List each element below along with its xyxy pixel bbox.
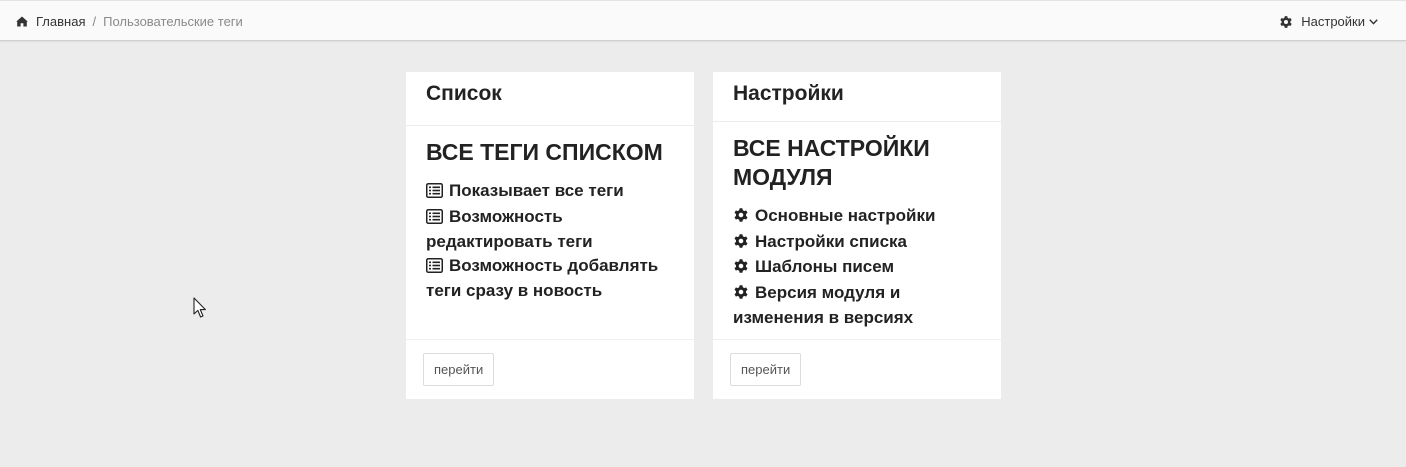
feature-text: Основные настройки xyxy=(755,206,936,225)
feature-list: Показывает все теги Возможность редактир… xyxy=(426,179,674,303)
card-body: ВСЕ ТЕГИ СПИСКОМ Показывает все теги Воз… xyxy=(406,126,694,303)
breadcrumb-current: Пользовательские теги xyxy=(103,14,243,29)
feature-item: Настройки списка xyxy=(733,230,981,256)
card-footer: перейти xyxy=(713,339,1001,399)
card-body: ВСЕ НАСТРОЙКИ МОДУЛЯ Основные настройки … xyxy=(713,122,1001,330)
list-icon xyxy=(426,181,443,205)
card-header-title: Список xyxy=(426,82,502,105)
card-header: Настройки xyxy=(713,72,1001,122)
feature-item: Возможность редактировать теги xyxy=(426,205,674,254)
card-title: ВСЕ НАСТРОЙКИ МОДУЛЯ xyxy=(733,135,930,190)
chevron-down-icon xyxy=(1369,18,1378,25)
card-header: Список xyxy=(406,72,694,126)
list-icon xyxy=(426,207,443,231)
card-header-title: Настройки xyxy=(733,82,844,105)
gear-icon xyxy=(733,232,749,256)
feature-text: Шаблоны писем xyxy=(755,257,895,276)
feature-item: Возможность добавлять теги сразу в новос… xyxy=(426,254,674,303)
gear-icon xyxy=(733,283,749,307)
feature-item: Основные настройки xyxy=(733,204,981,230)
home-icon xyxy=(16,16,28,27)
top-navbar: Главная / Пользовательские теги Настройк… xyxy=(0,0,1406,41)
feature-list: Основные настройки Настройки списка Шабл… xyxy=(733,204,981,330)
mouse-cursor-icon xyxy=(193,297,206,318)
gear-icon xyxy=(733,257,749,281)
feature-text: Показывает все теги xyxy=(449,181,624,200)
go-to-list-button[interactable]: перейти xyxy=(423,353,495,386)
gear-icon xyxy=(1280,15,1292,28)
feature-item: Шаблоны писем xyxy=(733,255,981,281)
feature-text: Возможность редактировать теги xyxy=(426,206,593,252)
feature-text: Возможность добавлять теги сразу в новос… xyxy=(426,255,659,301)
breadcrumb-home-label: Главная xyxy=(36,14,86,29)
feature-item: Версия модуля и изменения в версиях xyxy=(733,281,981,330)
list-icon xyxy=(426,256,443,280)
card-footer: перейти xyxy=(406,339,694,399)
feature-text: Версия модуля и изменения в версиях xyxy=(733,282,914,328)
breadcrumb-separator: / xyxy=(92,14,97,29)
settings-label: Настройки xyxy=(1301,14,1365,29)
settings-dropdown-toggle[interactable]: Настройки xyxy=(1279,14,1378,29)
card-settings: Настройки ВСЕ НАСТРОЙКИ МОДУЛЯ Основные … xyxy=(713,72,1001,399)
feature-item: Показывает все теги xyxy=(426,179,674,205)
card-list: Список ВСЕ ТЕГИ СПИСКОМ Показывает все т… xyxy=(406,72,694,399)
go-to-settings-button[interactable]: перейти xyxy=(730,353,802,386)
feature-text: Настройки списка xyxy=(755,231,908,251)
card-title: ВСЕ ТЕГИ СПИСКОМ xyxy=(426,139,663,165)
breadcrumb: Главная / Пользовательские теги xyxy=(16,14,243,29)
gear-icon xyxy=(733,206,749,230)
breadcrumb-home-link[interactable]: Главная xyxy=(16,14,85,29)
